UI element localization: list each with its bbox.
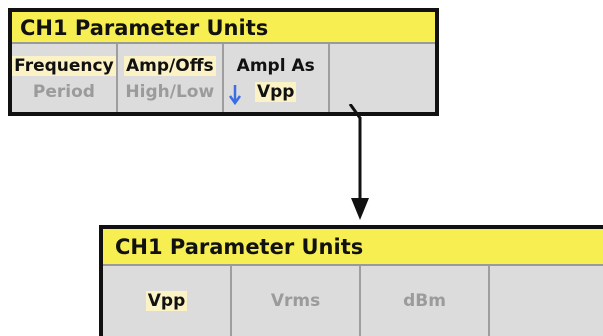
softkey-empty[interactable] — [490, 266, 603, 336]
menu-title: CH1 Parameter Units — [12, 12, 435, 44]
softkey-label-vpp: Vpp — [145, 291, 188, 311]
softkey-label-frequency: Frequency — [12, 56, 116, 76]
top-softkey-menu: CH1 Parameter Units Frequency Period Amp… — [8, 8, 439, 116]
softkey-label-period: Period — [32, 82, 95, 102]
softkey-label-dbm: dBm — [403, 291, 446, 311]
menu-title: CH1 Parameter Units — [103, 229, 603, 266]
softkey-vrms[interactable]: Vrms — [232, 266, 361, 336]
down-arrow-icon — [228, 85, 241, 106]
softkey-label-high-low: High/Low — [125, 82, 215, 102]
softkey-empty[interactable] — [329, 44, 435, 112]
softkey-label-vrms: Vrms — [270, 291, 321, 311]
bottom-softkey-menu: CH1 Parameter Units Vpp Vrms dBm — [99, 225, 603, 336]
softkey-dbm[interactable]: dBm — [361, 266, 490, 336]
softkey-vpp[interactable]: Vpp — [103, 266, 232, 336]
softkey-row: Vpp Vrms dBm — [103, 266, 603, 336]
connector-arrow-icon — [348, 104, 369, 220]
softkey-label-amp-offs: Amp/Offs — [124, 56, 216, 76]
softkey-label-ampl-as: Ampl As — [236, 56, 315, 76]
softkey-frequency-period[interactable]: Frequency Period — [12, 44, 118, 112]
softkey-label-vpp: Vpp — [254, 82, 297, 102]
softkey-row: Frequency Period Amp/Offs High/Low Ampl … — [12, 44, 435, 112]
softkey-amp-offs-high-low[interactable]: Amp/Offs High/Low — [117, 44, 224, 112]
softkey-ampl-as[interactable]: Ampl As Vpp — [223, 44, 330, 112]
